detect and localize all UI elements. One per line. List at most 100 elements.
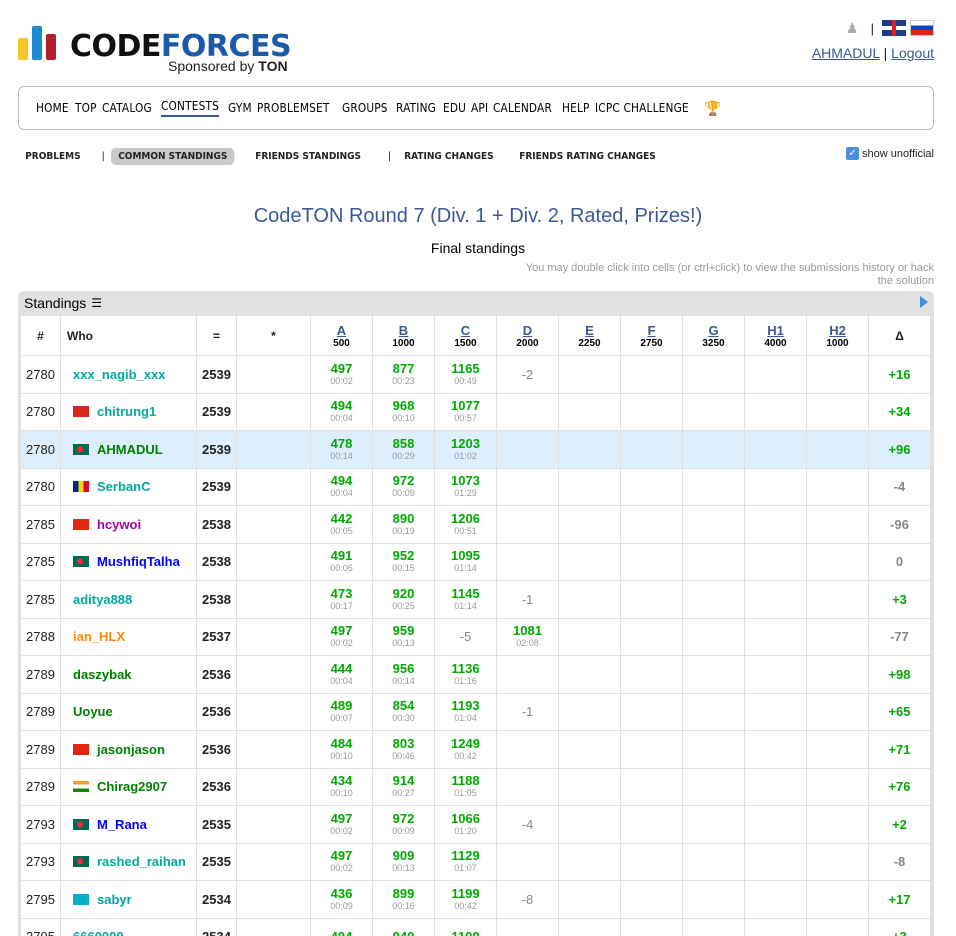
- problem-cell-h2[interactable]: [806, 580, 869, 619]
- problem-cell-b[interactable]: 920 00:25: [372, 580, 435, 619]
- problem-cell-e[interactable]: [558, 692, 621, 731]
- problem-cell-h2[interactable]: [806, 917, 869, 936]
- problem-cell-f[interactable]: [620, 580, 683, 619]
- problem-cell-a[interactable]: 494 00:04: [310, 392, 373, 431]
- problem-cell-c[interactable]: 1199 00:42: [434, 880, 497, 919]
- problem-cell-h2[interactable]: [806, 617, 869, 656]
- problem-cell-e[interactable]: [558, 505, 621, 544]
- problem-cell-e[interactable]: [558, 542, 621, 581]
- problem-cell-d[interactable]: -1: [496, 692, 559, 731]
- problem-cell-c[interactable]: 1066 01:20: [434, 805, 497, 844]
- problem-cell-h1[interactable]: [744, 355, 807, 394]
- problem-cell-e[interactable]: [558, 842, 621, 881]
- problem-cell-c[interactable]: 1206 00:51: [434, 505, 497, 544]
- tab-problems[interactable]: PROBLEMS: [18, 148, 88, 165]
- participant-link[interactable]: hcywoi: [97, 517, 141, 532]
- problem-cell-e[interactable]: [558, 805, 621, 844]
- problem-cell-c[interactable]: 1073 01:29: [434, 467, 497, 506]
- problem-cell-b[interactable]: 914 00:27: [372, 767, 435, 806]
- problem-cell-b[interactable]: 959 00:13: [372, 617, 435, 656]
- problem-cell-g[interactable]: [682, 467, 745, 506]
- problem-cell-h2[interactable]: [806, 842, 869, 881]
- problem-cell-h1[interactable]: [744, 655, 807, 694]
- problem-link-h2[interactable]: H2: [807, 323, 868, 338]
- tab-friends-rating-changes[interactable]: FRIENDS RATING CHANGES: [512, 148, 663, 165]
- problem-link-f[interactable]: F: [621, 323, 682, 338]
- problem-cell-e[interactable]: [558, 430, 621, 469]
- participant-link[interactable]: xxx_nagib_xxx: [73, 367, 166, 382]
- problem-cell-g[interactable]: [682, 692, 745, 731]
- problem-cell-f[interactable]: [620, 617, 683, 656]
- problem-cell-d[interactable]: [496, 467, 559, 506]
- problem-cell-g[interactable]: [682, 542, 745, 581]
- problem-cell-c[interactable]: 1188 01:05: [434, 767, 497, 806]
- problem-cell-d[interactable]: [496, 767, 559, 806]
- problem-cell-h1[interactable]: [744, 842, 807, 881]
- participant-link[interactable]: Uoyue: [73, 704, 113, 719]
- problem-cell-e[interactable]: [558, 730, 621, 769]
- problem-cell-b[interactable]: 890 00:19: [372, 505, 435, 544]
- problem-cell-f[interactable]: [620, 505, 683, 544]
- contest-title[interactable]: CodeTON Round 7 (Div. 1 + Div. 2, Rated,…: [0, 205, 956, 228]
- participant-link[interactable]: jasonjason: [97, 742, 165, 757]
- problem-cell-h2[interactable]: [806, 430, 869, 469]
- problem-cell-g[interactable]: [682, 617, 745, 656]
- problem-cell-g[interactable]: [682, 730, 745, 769]
- problem-cell-f[interactable]: [620, 655, 683, 694]
- problem-cell-f[interactable]: [620, 692, 683, 731]
- problem-cell-h1[interactable]: [744, 505, 807, 544]
- problem-cell-a[interactable]: 494 00:04: [310, 467, 373, 506]
- problem-cell-c[interactable]: 1129 01:07: [434, 842, 497, 881]
- problem-link-h1[interactable]: H1: [745, 323, 806, 338]
- problem-cell-a[interactable]: 497 00:02: [310, 805, 373, 844]
- problem-cell-f[interactable]: [620, 805, 683, 844]
- participant-link[interactable]: SerbanC: [97, 479, 150, 494]
- problem-cell-g[interactable]: [682, 392, 745, 431]
- problem-cell-f[interactable]: [620, 355, 683, 394]
- participant-link[interactable]: MushfiqTalha: [97, 554, 180, 569]
- problem-cell-c[interactable]: 1249 00:42: [434, 730, 497, 769]
- problem-cell-h1[interactable]: [744, 580, 807, 619]
- show-unofficial-toggle[interactable]: ✓ show unofficial: [846, 147, 934, 160]
- problem-cell-d[interactable]: [496, 842, 559, 881]
- menu-problemset[interactable]: PROBLEMSET: [257, 101, 330, 115]
- problem-cell-h2[interactable]: [806, 880, 869, 919]
- participant-link[interactable]: ian_HLX: [73, 629, 125, 644]
- problem-cell-d[interactable]: [496, 542, 559, 581]
- participant-link[interactable]: 6660000: [73, 929, 124, 936]
- menu-gym[interactable]: GYM: [228, 101, 252, 115]
- participant-link[interactable]: daszybak: [73, 667, 132, 682]
- problem-cell-c[interactable]: 1165 00:49: [434, 355, 497, 394]
- problem-cell-a[interactable]: 491 00:06: [310, 542, 373, 581]
- problem-cell-h2[interactable]: [806, 730, 869, 769]
- problem-cell-d[interactable]: -1: [496, 580, 559, 619]
- problem-cell-b[interactable]: 956 00:14: [372, 655, 435, 694]
- problem-cell-e[interactable]: [558, 880, 621, 919]
- problem-cell-d[interactable]: -4: [496, 805, 559, 844]
- problem-cell-g[interactable]: [682, 880, 745, 919]
- problem-cell-e[interactable]: [558, 467, 621, 506]
- problem-link-c[interactable]: C: [435, 323, 496, 338]
- problem-cell-b[interactable]: 968 00:10: [372, 392, 435, 431]
- problem-link-g[interactable]: G: [683, 323, 744, 338]
- problem-cell-f[interactable]: [620, 842, 683, 881]
- problem-cell-h2[interactable]: [806, 692, 869, 731]
- problem-cell-a[interactable]: 436 00:09: [310, 880, 373, 919]
- menu-contests[interactable]: CONTESTS: [160, 99, 219, 117]
- problem-cell-a[interactable]: 489 00:07: [310, 692, 373, 731]
- problem-cell-c[interactable]: 1100: [434, 917, 497, 936]
- problem-link-d[interactable]: D: [497, 323, 558, 338]
- problem-cell-g[interactable]: [682, 805, 745, 844]
- problem-cell-d[interactable]: 1081 02:08: [496, 617, 559, 656]
- problem-cell-g[interactable]: [682, 355, 745, 394]
- menu-api[interactable]: API: [471, 101, 488, 115]
- menu-catalog[interactable]: CATALOG: [102, 101, 152, 115]
- problem-cell-d[interactable]: [496, 430, 559, 469]
- problem-cell-b[interactable]: 854 00:30: [372, 692, 435, 731]
- problem-cell-d[interactable]: [496, 505, 559, 544]
- problem-cell-c[interactable]: 1203 01:02: [434, 430, 497, 469]
- problem-cell-b[interactable]: 899 00:16: [372, 880, 435, 919]
- participant-link[interactable]: M_Rana: [97, 817, 147, 832]
- problem-cell-e[interactable]: [558, 617, 621, 656]
- problem-cell-h2[interactable]: [806, 505, 869, 544]
